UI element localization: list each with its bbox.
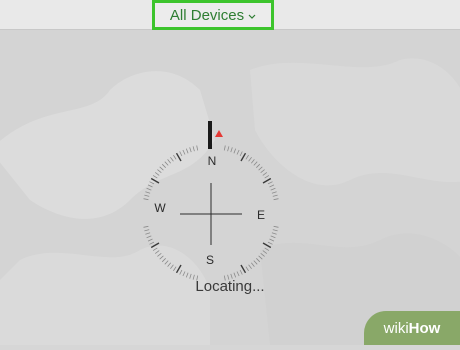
compass-tick [262, 242, 272, 249]
compass-tick [273, 198, 279, 201]
compass-tick [227, 146, 230, 152]
compass-tick [147, 238, 153, 242]
compass-tick [262, 250, 268, 254]
compass-tick [164, 260, 169, 265]
compass-tick [250, 159, 255, 164]
compass-tick [253, 161, 258, 166]
compass-tick [270, 235, 276, 239]
compass-tick [154, 250, 160, 254]
compass-tick [143, 225, 149, 228]
compass-tick [273, 225, 279, 228]
compass-tick [272, 229, 278, 232]
compass-tick [170, 156, 174, 162]
compass-tick [240, 264, 247, 274]
compass-north-label: N [208, 154, 217, 168]
compass-tick [189, 147, 192, 153]
compass-tick [182, 149, 186, 155]
compass-tick [192, 146, 195, 152]
compass-tick [240, 152, 247, 162]
compass-tick [260, 169, 265, 174]
compass-tick [258, 166, 263, 171]
compass-tick [272, 194, 278, 197]
compass-tick [248, 156, 252, 162]
wikihow-watermark: wiki How [364, 311, 460, 345]
compass-tick [167, 159, 172, 164]
compass-tick [143, 198, 149, 201]
watermark-wiki: wiki [383, 319, 409, 337]
compass-tick [233, 272, 237, 278]
compass-tick [144, 229, 150, 232]
compass-tick [239, 269, 243, 275]
compass-tick [161, 163, 166, 168]
compass-tick [146, 235, 152, 239]
compass-tick [245, 154, 249, 160]
compass-tick [253, 260, 258, 265]
compass-tick [258, 255, 263, 260]
compass-tick [145, 191, 151, 194]
compass-tick [264, 175, 270, 179]
watermark-how: How [408, 319, 441, 337]
compass-tick [147, 184, 153, 188]
compass-tick [161, 258, 166, 263]
compass-tick [154, 172, 160, 176]
compass-tick [149, 241, 155, 245]
compass-tick [144, 194, 150, 197]
compass-tick [149, 181, 155, 185]
compass-tick [170, 264, 174, 270]
compass-tick [262, 172, 268, 176]
compass-tick [267, 241, 273, 245]
compass-tick [269, 184, 275, 188]
compass-tick [145, 232, 151, 235]
compass-tick [173, 154, 177, 160]
compass-tick [164, 161, 169, 166]
compass-tick [236, 271, 240, 277]
compass-tick [179, 151, 183, 157]
compass-west-label: W [154, 201, 166, 215]
compass-tick [167, 262, 172, 267]
compass-tick [262, 177, 272, 184]
compass-tick [223, 145, 226, 151]
compass-tick [196, 145, 199, 151]
compass-tick [157, 169, 162, 174]
compass-tick [175, 152, 182, 162]
compass-tick [239, 151, 243, 157]
compass-tick [179, 269, 183, 275]
compass-tick [175, 264, 182, 274]
compass-south-label: S [206, 253, 214, 267]
compass-tick [271, 232, 277, 235]
compass-tick [236, 149, 240, 155]
compass-tick [260, 252, 265, 257]
compass-needle [208, 121, 212, 149]
compass-tick [146, 187, 152, 191]
compass-tick [152, 247, 158, 251]
compass-tick [152, 175, 158, 179]
compass-tick [267, 181, 273, 185]
compass-tick [256, 163, 261, 168]
compass-tick [159, 255, 164, 260]
compass-tick [245, 266, 249, 272]
compass-tick [269, 238, 275, 242]
compass-tick [185, 148, 189, 154]
compass-tick [150, 177, 160, 184]
locating-status: Locating... [195, 278, 265, 295]
compass-tick [248, 264, 252, 270]
compass-tick [230, 147, 233, 153]
compass-tick [264, 247, 270, 251]
compass-tick [159, 166, 164, 171]
compass-tick [157, 252, 162, 257]
compass-tick [173, 266, 177, 272]
compass-tick [270, 187, 276, 191]
compass-tick [182, 271, 186, 277]
compass-tick [250, 262, 255, 267]
compass-tick [233, 148, 237, 154]
compass-east-label: E [257, 208, 265, 222]
north-arrow-icon [215, 130, 223, 137]
compass-tick [271, 191, 277, 194]
compass-tick [150, 242, 160, 249]
compass-tick [256, 258, 261, 263]
compass-tick [185, 272, 189, 278]
